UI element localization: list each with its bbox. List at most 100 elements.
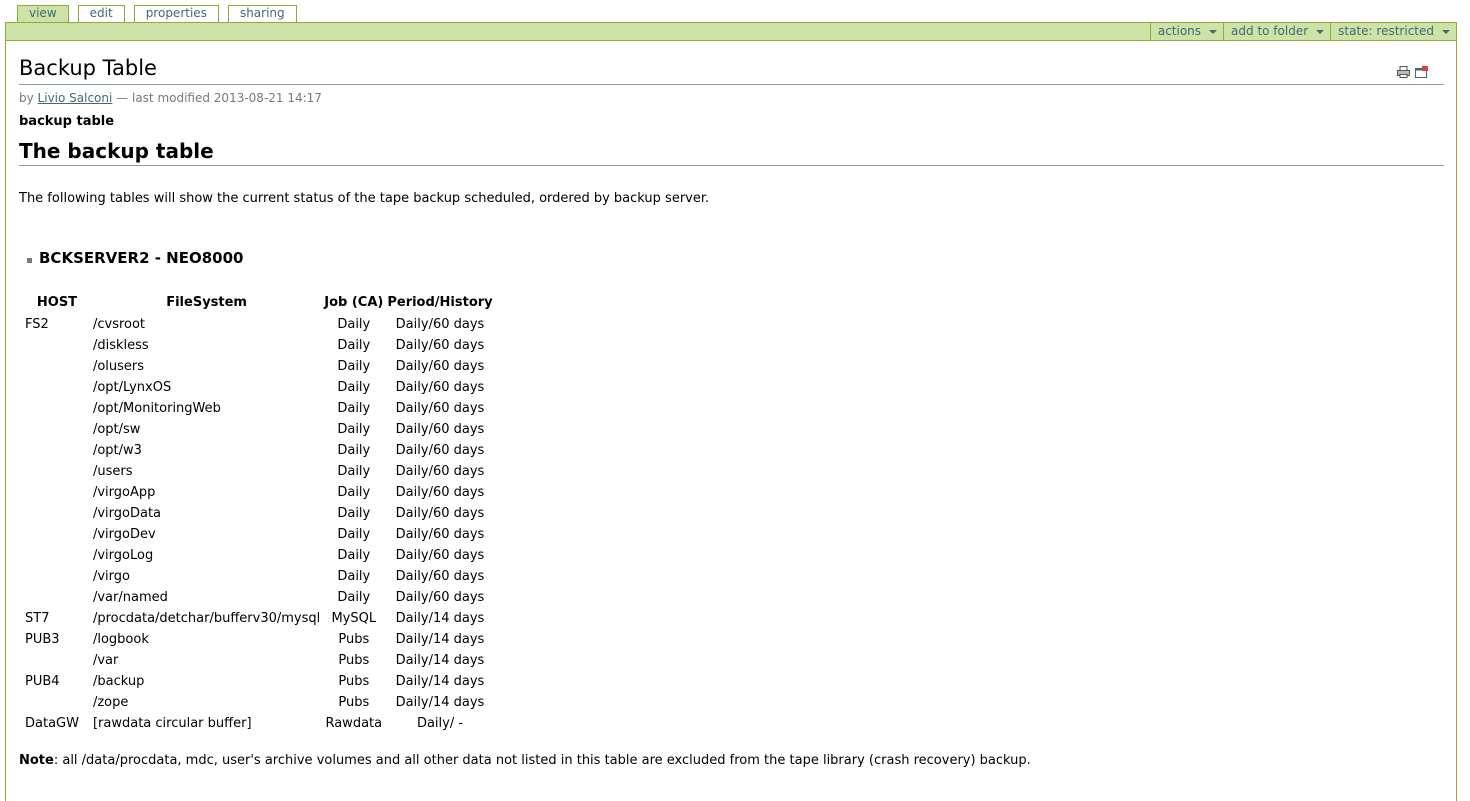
cell-filesystem: /virgoData (92, 506, 162, 521)
table-row: /opt/w3 Daily Daily/60 days (23, 440, 495, 461)
cell-host: FS2 (25, 317, 49, 332)
cell-job: Daily (337, 485, 371, 500)
table-row: /olusers Daily Daily/60 days (23, 356, 495, 377)
cell-job: Daily (337, 590, 371, 605)
actions-menu-label: actions (1157, 24, 1202, 38)
tab-properties[interactable]: properties (133, 5, 219, 22)
cell-job: Daily (337, 317, 371, 332)
tab-edit[interactable]: edit (77, 5, 125, 22)
cell-filesystem: /opt/MonitoringWeb (92, 401, 221, 416)
content-tabs: view edit properties sharing (17, 5, 297, 22)
cell-host (23, 440, 91, 461)
table-row: /virgoLog Daily Daily/60 days (23, 545, 495, 566)
heading-divider (19, 165, 1444, 166)
cell-job: Daily (337, 506, 371, 521)
action-bar: actions add to folder state: restricted (5, 22, 1457, 41)
table-row: /opt/MonitoringWeb Daily Daily/60 days (23, 398, 495, 419)
cell-filesystem: /virgoDev (92, 527, 156, 542)
cell-host (23, 524, 91, 545)
cell-job: Daily (337, 548, 371, 563)
table-row: /var Pubs Daily/14 days (23, 650, 495, 671)
note-label: Note (19, 753, 54, 768)
cell-host (23, 566, 91, 587)
table-row: /virgoApp Daily Daily/60 days (23, 482, 495, 503)
cell-filesystem: /backup (92, 674, 145, 689)
cell-period: Daily/60 days (395, 464, 485, 479)
cell-job: Pubs (338, 653, 370, 668)
column-header-period: Period/History (387, 295, 493, 310)
cell-period: Daily/60 days (395, 401, 485, 416)
chevron-down-icon (1442, 30, 1450, 34)
note-text: : all /data/procdata, mdc, user's archiv… (53, 753, 1031, 768)
cell-job: Daily (337, 380, 371, 395)
fullscreen-icon[interactable] (1415, 66, 1428, 78)
cell-period: Daily/ - (416, 716, 464, 731)
table-row: DataGW [rawdata circular buffer] Rawdata Da… (23, 713, 495, 734)
title-divider (19, 84, 1444, 85)
tab-view[interactable]: view (17, 5, 69, 22)
cell-filesystem: /opt/sw (92, 422, 141, 437)
document-description: backup table (19, 114, 115, 129)
author-link[interactable]: Livio Salconi (38, 91, 113, 105)
cell-filesystem: /virgoLog (92, 548, 154, 563)
cell-period: Daily/14 days (395, 632, 485, 647)
cell-host (23, 356, 91, 377)
cell-filesystem: /cvsroot (92, 317, 146, 332)
table-header-row: HOST FileSystem Job (CA) Period/History (23, 291, 495, 314)
table-row: /var/named Daily Daily/60 days (23, 587, 495, 608)
table-row: /virgo Daily Daily/60 days (23, 566, 495, 587)
byline-prefix: by (19, 91, 34, 105)
cell-period: Daily/14 days (395, 674, 485, 689)
cell-job: Daily (337, 359, 371, 374)
cell-host (23, 482, 91, 503)
cell-period: Daily/14 days (395, 611, 485, 626)
table-row: ST7/procdata/detchar/bufferv30/mysql MySQ… (23, 608, 495, 629)
cell-job: Daily (337, 338, 371, 353)
table-row: FS2/cvsroot Daily Daily/60 days (23, 314, 495, 335)
table-row: /opt/sw Daily Daily/60 days (23, 419, 495, 440)
cell-host (23, 335, 91, 356)
table-row: /zope Pubs Daily/14 days (23, 692, 495, 713)
cell-job: Daily (337, 569, 371, 584)
cell-filesystem: /diskless (92, 338, 149, 353)
cell-filesystem: /logbook (92, 632, 149, 647)
cell-period: Daily/14 days (395, 695, 485, 710)
cell-filesystem: /procdata/detchar/bufferv30/mysql (92, 611, 321, 626)
cell-job: Daily (337, 401, 371, 416)
table-row: PUB3/logbook Pubs Daily/14 days (23, 629, 495, 650)
table-row: /diskless Daily Daily/60 days (23, 335, 495, 356)
cell-job: Pubs (338, 632, 370, 647)
column-header-job: Job (CA) (324, 295, 384, 310)
document-content: Backup Table by Livio Salconi — last mod… (5, 41, 1457, 801)
cell-job: Rawdata (325, 716, 383, 731)
cell-host (23, 692, 91, 713)
cell-host: PUB3 (25, 632, 60, 647)
cell-host (23, 545, 91, 566)
cell-period: Daily/60 days (395, 506, 485, 521)
cell-host (23, 419, 91, 440)
state-menu-label: state: restricted (1338, 24, 1434, 38)
table-row: /users Daily Daily/60 days (23, 461, 495, 482)
cell-period: Daily/60 days (395, 317, 485, 332)
cell-period: Daily/60 days (395, 380, 485, 395)
cell-host: PUB4 (25, 674, 60, 689)
cell-filesystem: /olusers (92, 359, 145, 374)
tab-sharing[interactable]: sharing (227, 5, 297, 22)
cell-period: Daily/60 days (395, 569, 485, 584)
state-menu[interactable]: state: restricted (1330, 23, 1456, 40)
cell-host (23, 461, 91, 482)
note-paragraph: Note: all /data/procdata, mdc, user's ar… (19, 753, 1031, 768)
cell-job: Daily (337, 464, 371, 479)
byline: by Livio Salconi — last modified 2013-08… (19, 91, 322, 105)
server-title: BCKSERVER2 - NEO8000 (39, 249, 244, 267)
actions-menu[interactable]: actions (1149, 23, 1223, 40)
cell-filesystem: /opt/w3 (92, 443, 142, 458)
cell-job: Daily (337, 527, 371, 542)
cell-filesystem: /var/named (92, 590, 168, 605)
print-icon[interactable] (1397, 66, 1410, 78)
cell-period: Daily/14 days (395, 653, 485, 668)
cell-host: ST7 (25, 611, 50, 626)
table-row: /virgoData Daily Daily/60 days (23, 503, 495, 524)
cell-filesystem: /opt/LynxOS (92, 380, 172, 395)
add-to-folder-menu[interactable]: add to folder (1223, 23, 1330, 40)
